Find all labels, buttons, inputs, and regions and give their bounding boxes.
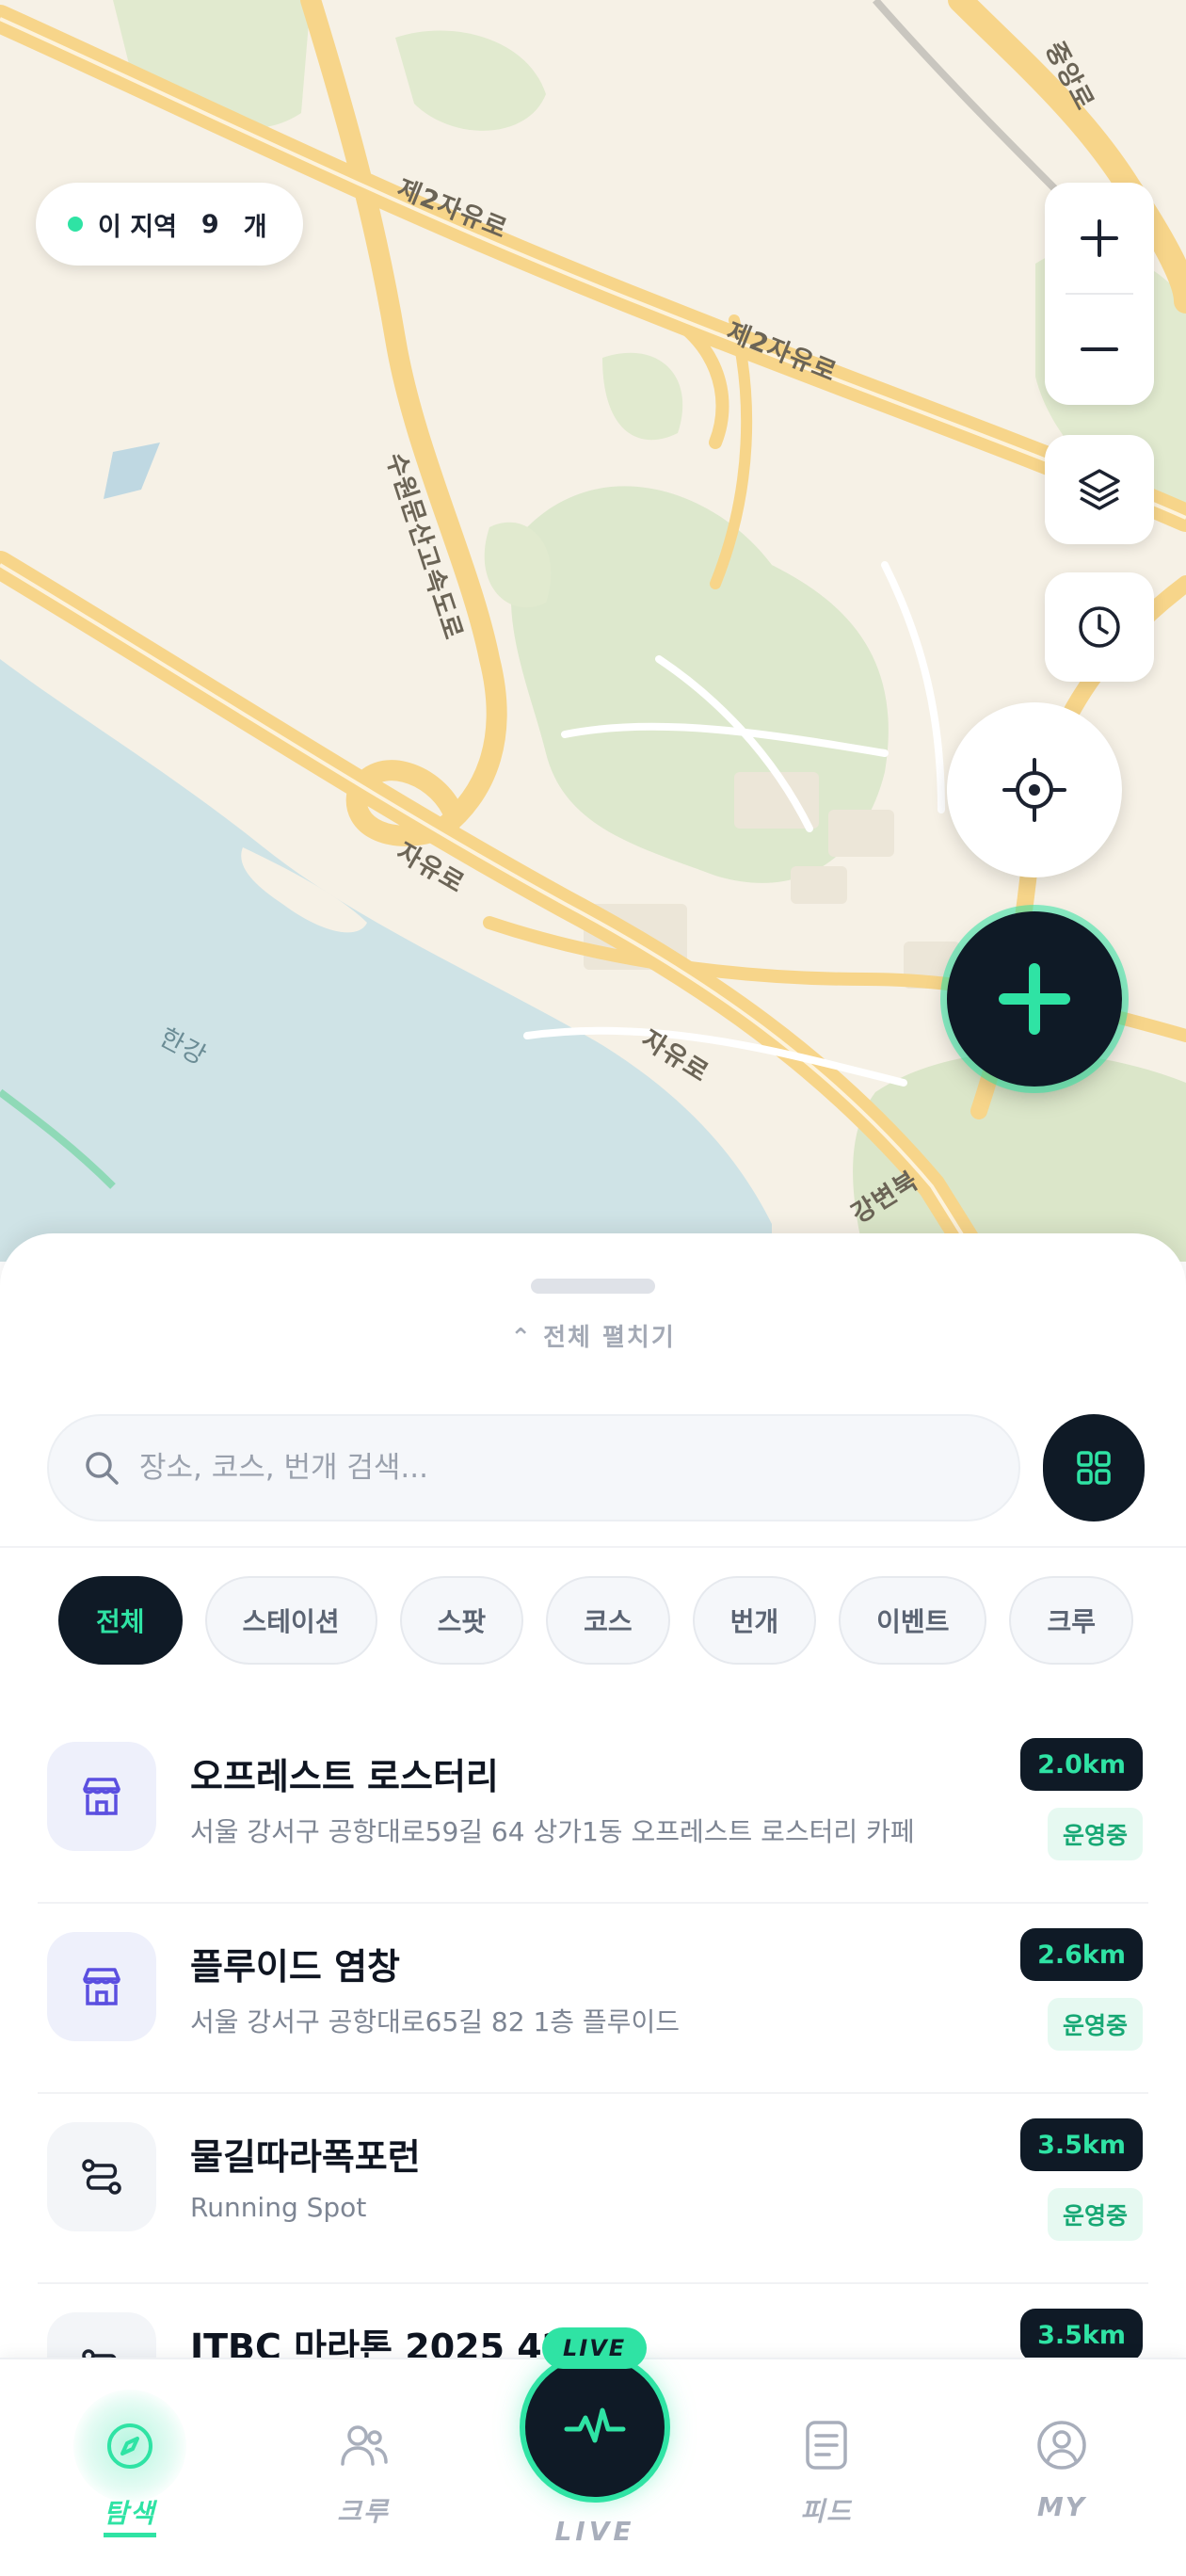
people-icon <box>330 2412 396 2478</box>
chip-station[interactable]: 스테이션 <box>204 1576 377 1665</box>
plus-icon <box>1081 219 1118 257</box>
region-count: 9 <box>200 209 219 239</box>
nav-label: 크루 <box>337 2496 390 2527</box>
search-input[interactable] <box>139 1451 949 1485</box>
item-title: 오프레스트 로스터리 <box>190 1756 499 1797</box>
crosshair-icon <box>1002 758 1066 822</box>
status-badge: 운영중 <box>1047 2188 1143 2241</box>
status-badge: 운영중 <box>1047 1808 1143 1860</box>
chip-crew[interactable]: 크루 <box>1009 1576 1133 1665</box>
zoom-control <box>1045 183 1154 405</box>
nav-explore[interactable]: 탐색 <box>26 2359 233 2576</box>
layers-icon <box>1079 469 1120 510</box>
store-icon <box>83 1968 120 2005</box>
section-divider <box>0 1546 1186 1548</box>
minus-icon <box>1081 347 1118 351</box>
nav-label-live: LIVE <box>554 2516 635 2547</box>
grid-view-button[interactable] <box>1043 1414 1145 1521</box>
plus-icon <box>999 963 1070 1035</box>
nav-feed[interactable]: 피드 <box>723 2359 930 2576</box>
compass-icon <box>73 2390 186 2503</box>
zoom-out-button[interactable] <box>1045 294 1154 405</box>
store-thumb <box>47 1932 156 2041</box>
store-icon <box>83 1778 120 1815</box>
list-item[interactable]: 물길따라폭포런 Running Spot 3.5km 운영중 <box>38 2094 1148 2284</box>
store-thumb <box>47 1742 156 1851</box>
item-address: 서울 강서구 공항대로65길 82 1층 플루이드 <box>190 2006 680 2037</box>
live-badge: LIVE <box>542 2327 648 2369</box>
chip-course[interactable]: 코스 <box>546 1576 670 1665</box>
distance-badge: 3.5km <box>1020 2309 1143 2361</box>
document-icon <box>793 2412 859 2478</box>
route-icon <box>82 2159 121 2195</box>
list-item[interactable]: 오프레스트 로스터리 서울 강서구 공항대로59길 64 상가1동 오프레스트 … <box>38 1714 1148 1904</box>
live-button[interactable] <box>525 2358 665 2497</box>
layers-button[interactable] <box>1045 435 1154 544</box>
item-address: 서울 강서구 공항대로59길 64 상가1동 오프레스트 로스터리 카페 <box>190 1816 915 1847</box>
nav-label: 탐색 <box>104 2493 156 2537</box>
nav-label: MY <box>1036 2491 1087 2522</box>
chip-all[interactable]: 전체 <box>58 1576 183 1665</box>
grid-icon <box>1077 1451 1111 1485</box>
distance-badge: 3.5km <box>1020 2118 1143 2171</box>
distance-badge: 2.0km <box>1020 1738 1143 1791</box>
nav-my[interactable]: MY <box>958 2359 1165 2576</box>
item-title: 물길따라폭포런 <box>190 2136 421 2178</box>
clock-icon <box>1079 606 1120 648</box>
locate-me-button[interactable] <box>947 702 1122 877</box>
region-suffix: 개 <box>243 212 267 242</box>
chip-flash[interactable]: 번개 <box>692 1576 817 1665</box>
history-button[interactable] <box>1045 572 1154 682</box>
chip-spot[interactable]: 스팟 <box>399 1576 524 1665</box>
category-filter-chips: 전체 스테이션 스팟 코스 번개 이벤트 크루 <box>58 1576 1133 1665</box>
map-view[interactable]: 제2자유로 제2자유로 수원문산고속도로 자유로 자유로 한강 강변북 중앙로 … <box>0 0 1186 1262</box>
profile-icon <box>1029 2412 1095 2478</box>
nav-label: 피드 <box>800 2496 853 2527</box>
status-dot <box>68 217 83 232</box>
sheet-drag-handle[interactable] <box>531 1279 655 1294</box>
search-icon <box>86 1452 119 1485</box>
distance-badge: 2.6km <box>1020 1928 1143 1981</box>
list-item[interactable]: 플루이드 염창 서울 강서구 공항대로65길 82 1층 플루이드 2.6km … <box>38 1904 1148 2094</box>
chip-event[interactable]: 이벤트 <box>839 1576 987 1665</box>
nav-crew[interactable]: 크루 <box>260 2359 467 2576</box>
status-badge: 운영중 <box>1047 1998 1143 2051</box>
add-spot-button[interactable] <box>947 911 1122 1087</box>
item-subtitle: Running Spot <box>190 2192 367 2223</box>
item-title: 플루이드 염창 <box>190 1946 400 1988</box>
region-count-pill[interactable]: 이 지역 9 개 <box>36 183 303 266</box>
zoom-in-button[interactable] <box>1045 183 1154 294</box>
route-thumb <box>47 2122 156 2231</box>
region-label: 이 지역 <box>98 212 177 242</box>
expand-all-button[interactable]: ⌃ 전체 펼치기 <box>0 1318 1186 1353</box>
pulse-icon <box>564 2407 626 2443</box>
search-bar[interactable] <box>47 1414 1020 1521</box>
